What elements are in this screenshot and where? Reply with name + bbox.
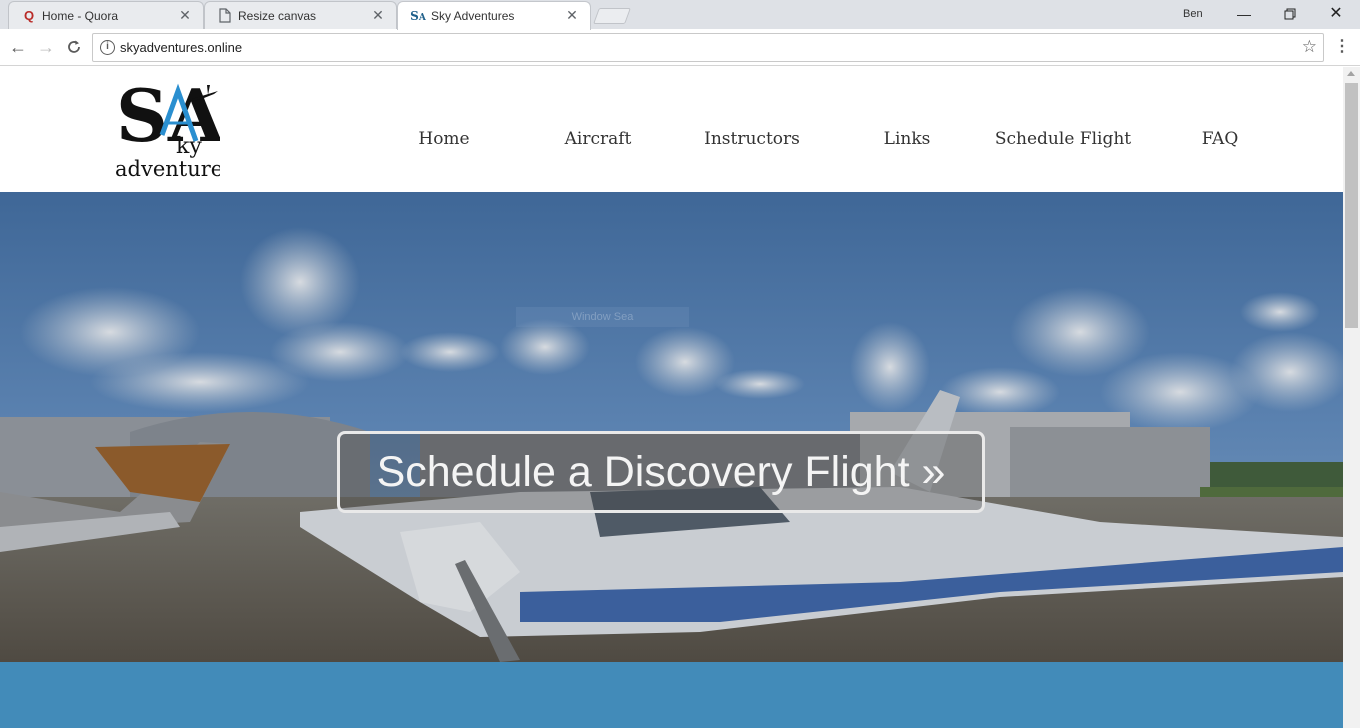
address-url[interactable]: skyadventures.online — [120, 40, 242, 55]
close-icon[interactable]: ✕ — [370, 7, 386, 23]
sky-adventures-icon: SA — [410, 9, 426, 23]
site-header: SA ky adventures Home Aircraft Instructo… — [0, 67, 1343, 192]
address-bar[interactable]: i skyadventures.online ☆ — [92, 33, 1324, 62]
browser-menu-icon[interactable]: ⋮ — [1334, 36, 1350, 58]
quora-icon: Q — [23, 8, 35, 23]
scrollbar-thumb[interactable] — [1345, 83, 1358, 328]
new-tab-button[interactable] — [593, 8, 631, 24]
nav-faq[interactable]: FAQ — [1202, 129, 1239, 149]
profile-name[interactable]: Ben — [1183, 8, 1203, 20]
tab-title: Resize canvas — [238, 9, 317, 23]
nav-instructors[interactable]: Instructors — [704, 129, 800, 149]
hero-banner: Window Sea Schedule a Discovery Flight » — [0, 192, 1343, 662]
tab-title: Sky Adventures — [431, 9, 515, 23]
browser-toolbar: ← → i skyadventures.online ☆ ⋮ — [0, 29, 1360, 66]
browser-tab-strip: Q Home - Quora ✕ Resize canvas ✕ SA Sky … — [0, 0, 1360, 30]
info-icon[interactable]: i — [100, 40, 115, 55]
close-icon[interactable]: ✕ — [564, 7, 580, 23]
blue-band-section — [0, 662, 1343, 728]
minimize-icon[interactable]: — — [1221, 0, 1267, 29]
site-logo[interactable]: SA ky adventures — [114, 73, 234, 181]
nav-schedule-flight[interactable]: Schedule Flight — [995, 129, 1131, 149]
logo-word-ky: ky — [176, 134, 202, 159]
bookmark-star-icon[interactable]: ☆ — [1302, 37, 1317, 57]
document-icon — [217, 8, 233, 24]
close-window-icon[interactable]: ✕ — [1313, 0, 1359, 29]
back-arrow-icon[interactable]: ← — [7, 36, 29, 58]
hero-airplane-photo — [0, 192, 1343, 662]
nav-home[interactable]: Home — [418, 129, 469, 149]
tab-sky-adventures[interactable]: SA Sky Adventures ✕ — [397, 1, 591, 30]
reload-icon[interactable] — [63, 36, 85, 58]
close-icon[interactable]: ✕ — [177, 7, 193, 23]
tab-resize-canvas[interactable]: Resize canvas ✕ — [204, 1, 397, 29]
tab-title: Home - Quora — [42, 9, 119, 23]
forward-arrow-icon[interactable]: → — [35, 36, 57, 58]
tab-quora[interactable]: Q Home - Quora ✕ — [8, 1, 204, 29]
page-scrollbar[interactable] — [1343, 67, 1360, 728]
scroll-up-arrow-icon[interactable] — [1347, 71, 1355, 76]
logo-word-adventures: adventures — [115, 157, 220, 179]
nav-aircraft[interactable]: Aircraft — [565, 129, 632, 149]
faded-overlay-label: Window Sea — [516, 307, 689, 327]
restore-icon[interactable] — [1267, 0, 1313, 29]
discovery-flight-cta-button[interactable]: Schedule a Discovery Flight » — [337, 431, 985, 513]
page-viewport: SA ky adventures Home Aircraft Instructo… — [0, 67, 1343, 728]
nav-links[interactable]: Links — [884, 129, 931, 149]
